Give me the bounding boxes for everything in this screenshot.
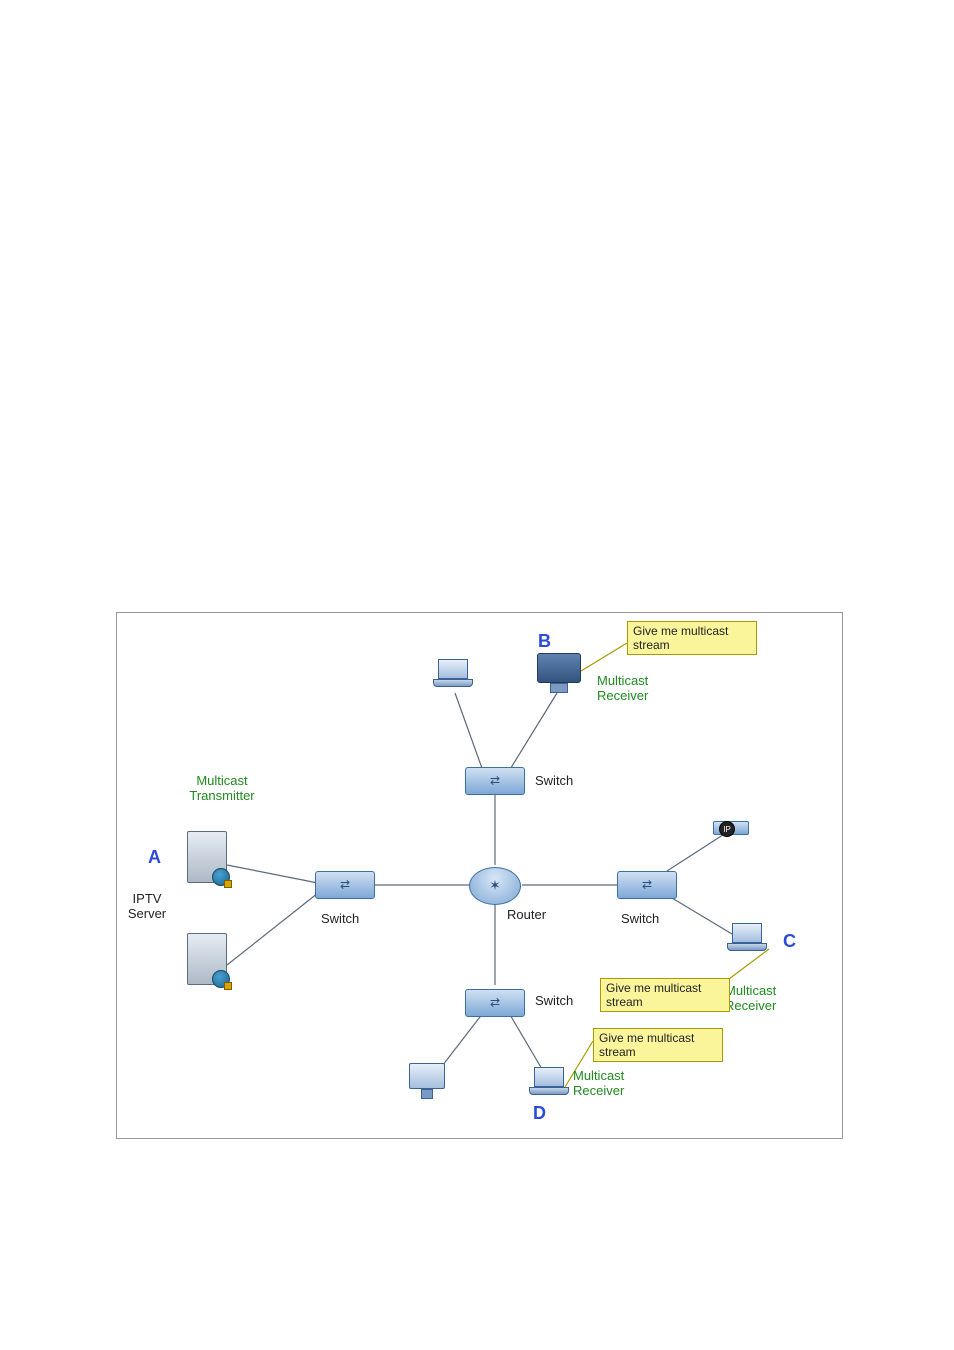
server-icon — [187, 831, 227, 883]
router-icon — [469, 867, 521, 905]
server-icon — [187, 933, 227, 985]
router-label: Router — [507, 907, 546, 922]
phone-icon: IP — [713, 821, 749, 847]
switch-icon — [617, 871, 677, 899]
switch-a — [315, 871, 375, 899]
marker-b: B — [538, 631, 551, 652]
note-b: Give me multicast stream — [627, 621, 757, 655]
note-d: Give me multicast stream — [593, 1028, 723, 1062]
router — [469, 867, 521, 905]
switch-c-label: Switch — [621, 911, 659, 926]
switch-d — [465, 989, 525, 1017]
laptop-d — [529, 1067, 569, 1099]
iptv-server-1 — [187, 831, 227, 883]
laptop-icon — [433, 659, 473, 691]
mac-b — [537, 653, 581, 697]
iptv-server-2 — [187, 933, 227, 985]
page: Multicast Transmitter A IPTV Server Swit… — [0, 0, 954, 1350]
laptop-b1 — [433, 659, 473, 691]
desktop-icon — [407, 1063, 447, 1103]
switch-c — [617, 871, 677, 899]
network-diagram: Multicast Transmitter A IPTV Server Swit… — [116, 612, 843, 1139]
multicast-receiver-d-label: Multicast Receiver — [573, 1068, 653, 1098]
switch-b-label: Switch — [535, 773, 573, 788]
ip-phone: IP — [713, 809, 749, 847]
desktop-icon — [537, 653, 581, 697]
switch-d-label: Switch — [535, 993, 573, 1008]
switch-icon — [315, 871, 375, 899]
pc-d1 — [407, 1063, 447, 1103]
switch-b — [465, 767, 525, 795]
switch-a-label: Switch — [321, 911, 359, 926]
marker-c: C — [783, 931, 796, 952]
laptop-c — [727, 923, 767, 955]
switch-icon — [465, 989, 525, 1017]
laptop-icon — [727, 923, 767, 955]
multicast-receiver-b-label: Multicast Receiver — [597, 673, 677, 703]
phone-badge: IP — [719, 821, 735, 837]
multicast-receiver-c-label: Multicast Receiver — [725, 983, 805, 1013]
switch-icon — [465, 767, 525, 795]
iptv-server-label: IPTV Server — [117, 891, 177, 921]
laptop-icon — [529, 1067, 569, 1099]
marker-d: D — [533, 1103, 546, 1124]
note-c: Give me multicast stream — [600, 978, 730, 1012]
marker-a: A — [148, 847, 161, 868]
multicast-transmitter-label: Multicast Transmitter — [157, 773, 287, 803]
